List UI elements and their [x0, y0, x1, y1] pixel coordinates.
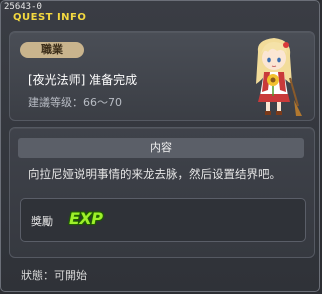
title-bar[interactable]: 25643-0 QUEST INFO [1, 1, 319, 25]
quest-level-requirement: 建議等级：66～70 [28, 96, 122, 109]
quest-summary-panel: 職業 [夜光法师] 准备完成 建議等级：66～70 [9, 31, 315, 121]
reward-box: 獎勵 EXP [20, 198, 306, 242]
quest-status: 狀態：可開始 [21, 269, 87, 282]
content-header: 内容 [18, 138, 304, 158]
job-badge: 職業 [20, 42, 84, 58]
reward-label: 獎勵 [31, 215, 53, 228]
window-title: QUEST INFO [13, 12, 87, 23]
quest-info-window: 25643-0 QUEST INFO 職業 [夜光法师] 准备完成 建議等级：6… [0, 0, 320, 292]
window-id: 25643-0 [4, 2, 42, 12]
quest-name: [夜光法师] 准备完成 [28, 73, 138, 87]
npc-portrait-icon [256, 38, 302, 116]
exp-reward-icon: EXP [69, 209, 103, 228]
quest-description: 向拉尼娅说明事情的来龙去脉，然后设置结界吧。 [28, 167, 281, 181]
quest-content-panel: 内容 向拉尼娅说明事情的来龙去脉，然后设置结界吧。 獎勵 EXP [9, 127, 315, 258]
